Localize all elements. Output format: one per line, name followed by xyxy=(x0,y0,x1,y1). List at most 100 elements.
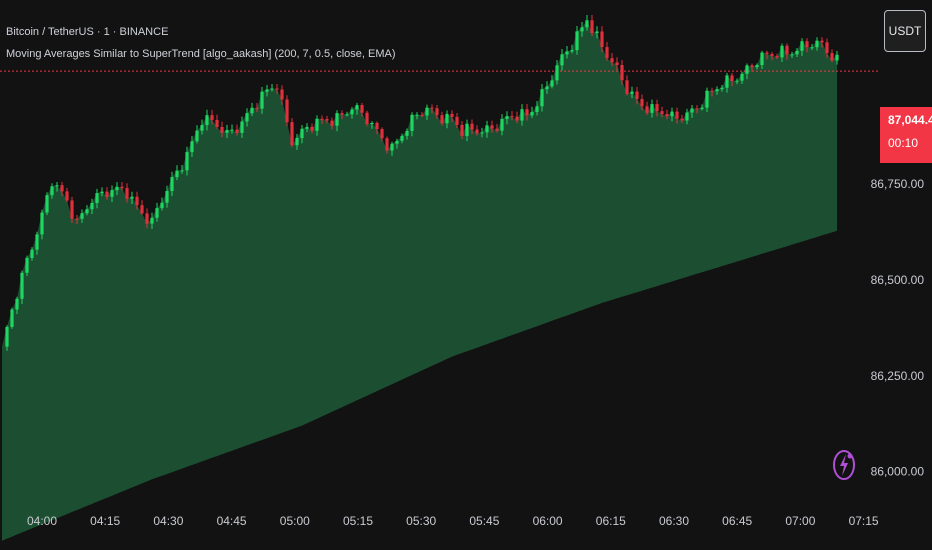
candle-body xyxy=(410,114,414,131)
candle-body xyxy=(685,112,689,121)
candle-body xyxy=(345,114,349,116)
candle-body xyxy=(45,195,49,213)
candle-body xyxy=(495,128,499,131)
candle-body xyxy=(700,107,704,110)
candle-body xyxy=(425,107,429,116)
candle-body xyxy=(565,51,569,55)
candle-body xyxy=(690,108,694,113)
candle-body xyxy=(250,107,254,114)
candle-body xyxy=(310,126,314,131)
currency-button[interactable]: USDT xyxy=(884,10,926,52)
symbol-legend[interactable]: Bitcoin / TetherUS · 1 · BINANCE xyxy=(6,26,168,38)
candle-body xyxy=(220,127,224,133)
candle-body xyxy=(625,80,629,94)
candle-body xyxy=(205,115,209,126)
candle-body xyxy=(740,73,744,81)
candle-body xyxy=(295,138,299,146)
candle-body xyxy=(815,40,819,48)
candle-body xyxy=(95,193,99,203)
candle-body xyxy=(610,58,614,63)
bar-countdown: 00:10 xyxy=(888,136,919,150)
candle-body xyxy=(555,65,559,81)
candle-body xyxy=(435,108,439,116)
candle-body xyxy=(680,118,684,121)
x-tick-label: 05:30 xyxy=(406,514,436,528)
candle-body xyxy=(585,20,589,28)
candle-body xyxy=(750,65,754,68)
candle-body xyxy=(165,191,169,203)
candle-body xyxy=(760,52,764,66)
candle xyxy=(290,118,294,148)
candle-body xyxy=(155,208,159,218)
candle-body xyxy=(770,53,774,56)
candle-body xyxy=(605,47,609,59)
candle-body xyxy=(115,186,119,191)
candle-body xyxy=(630,91,634,94)
candle-body xyxy=(70,200,74,219)
candle-body xyxy=(490,125,494,129)
candle-body xyxy=(25,257,29,273)
candle-body xyxy=(715,89,719,92)
indicator-legend[interactable]: Moving Averages Similar to SuperTrend [a… xyxy=(6,48,395,60)
candle-body xyxy=(135,196,139,206)
candle-body xyxy=(265,89,269,92)
candle-body xyxy=(415,114,419,116)
candle-body xyxy=(500,118,504,131)
candle-body xyxy=(300,128,304,139)
candle-body xyxy=(275,88,279,90)
candle-body xyxy=(600,31,604,48)
candle-body xyxy=(315,118,319,131)
candle-body xyxy=(705,90,709,108)
candle-body xyxy=(785,45,789,55)
candle-body xyxy=(60,185,64,192)
candle-body xyxy=(395,140,399,144)
x-tick-label: 04:15 xyxy=(90,514,120,528)
lightning-icon[interactable] xyxy=(832,448,856,482)
candle-body xyxy=(175,170,179,178)
candle-body xyxy=(405,130,409,136)
candle-body xyxy=(795,50,799,55)
candle-body xyxy=(200,125,204,131)
candle-body xyxy=(20,272,24,299)
candle-body xyxy=(235,129,239,133)
candle-body xyxy=(470,123,474,130)
candle-body xyxy=(735,80,739,82)
candle-body xyxy=(830,53,834,61)
candle-body xyxy=(290,122,294,146)
candle-body xyxy=(370,122,374,125)
candle-body xyxy=(595,31,599,34)
candle-body xyxy=(780,45,784,58)
price-chart[interactable]: 86,000.00 86,250.00 86,500.00 86,750.00 04:… xyxy=(0,0,932,550)
candle-body xyxy=(475,129,479,134)
candle xyxy=(365,110,369,127)
candle-body xyxy=(90,202,94,210)
x-tick-label: 06:45 xyxy=(722,514,752,528)
candle-body xyxy=(65,191,69,201)
x-tick-label: 06:15 xyxy=(596,514,626,528)
candle-body xyxy=(810,47,814,49)
candle-body xyxy=(805,41,809,48)
candle-body xyxy=(505,116,509,119)
candle-body xyxy=(635,91,639,100)
candle-body xyxy=(745,65,749,74)
candle-body xyxy=(35,234,39,250)
candle-body xyxy=(230,129,234,131)
candle-body xyxy=(755,65,759,68)
candle-body xyxy=(330,120,334,126)
candle-body xyxy=(790,54,794,56)
x-tick-label: 04:00 xyxy=(27,514,57,528)
candle-body xyxy=(145,213,149,224)
candle xyxy=(45,192,49,216)
candle-body xyxy=(285,99,289,123)
candle-body xyxy=(5,326,9,347)
candle-body xyxy=(620,65,624,81)
candle-body xyxy=(580,27,584,32)
candle-body xyxy=(245,113,249,122)
y-tick-label: 86,750.00 xyxy=(871,177,925,191)
candle-body xyxy=(665,114,669,117)
candle-body xyxy=(660,111,664,115)
candle-body xyxy=(510,116,514,118)
candle-body xyxy=(450,113,454,117)
candle-body xyxy=(385,138,389,151)
candle-body xyxy=(800,41,804,51)
